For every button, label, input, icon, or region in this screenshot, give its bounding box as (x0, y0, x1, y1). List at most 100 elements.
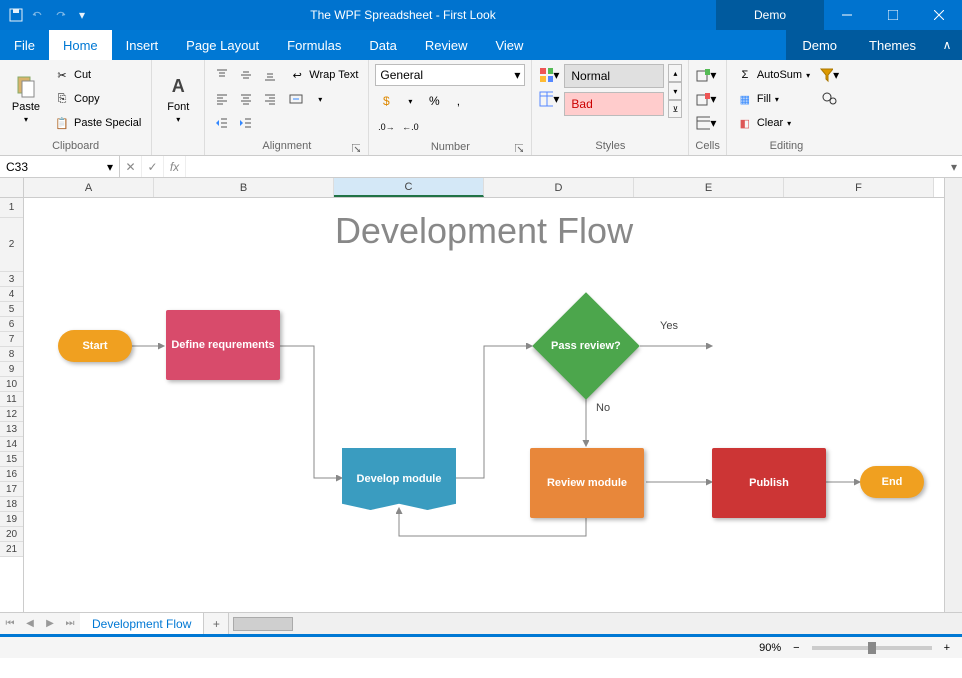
insert-cells-icon[interactable]: ▾ (695, 64, 717, 86)
currency-dropdown-icon[interactable]: ▾ (399, 90, 421, 112)
last-sheet-icon[interactable]: ⏭ (60, 613, 80, 634)
merge-dropdown-icon[interactable]: ▾ (309, 88, 331, 110)
row-header[interactable]: 11 (0, 392, 23, 407)
add-sheet-button[interactable]: + (204, 613, 228, 634)
copy-button[interactable]: ⎘Copy (50, 88, 145, 110)
collapse-ribbon-icon[interactable]: ∧ (932, 30, 962, 60)
row-header[interactable]: 4 (0, 287, 23, 302)
conditional-formatting-icon[interactable]: ▾ (538, 64, 560, 86)
name-box[interactable]: C33▾ (0, 156, 120, 177)
shape-end[interactable]: End (860, 466, 924, 498)
row-header[interactable]: 3 (0, 272, 23, 287)
first-sheet-icon[interactable]: ⏮ (0, 613, 20, 634)
align-right-icon[interactable] (259, 88, 281, 110)
format-cells-icon[interactable]: ▾ (695, 112, 717, 134)
increase-decimal-icon[interactable]: .0→ (375, 116, 397, 138)
prev-sheet-icon[interactable]: ◀ (20, 613, 40, 634)
tab-home[interactable]: Home (49, 30, 112, 60)
font-button[interactable]: A Font ▾ (158, 64, 198, 134)
style-bad[interactable]: Bad (564, 92, 664, 116)
maximize-button[interactable] (870, 0, 916, 30)
shape-publish[interactable]: Publish (712, 448, 826, 518)
minimize-button[interactable] (824, 0, 870, 30)
increase-indent-icon[interactable] (235, 112, 257, 134)
tab-page-layout[interactable]: Page Layout (172, 30, 273, 60)
shape-start[interactable]: Start (58, 330, 132, 362)
comma-icon[interactable]: , (447, 90, 469, 112)
undo-icon[interactable] (30, 7, 46, 23)
col-header-F[interactable]: F (784, 178, 934, 197)
scroll-thumb[interactable] (233, 617, 293, 631)
formula-input[interactable] (186, 156, 946, 177)
decrease-indent-icon[interactable] (211, 112, 233, 134)
row-header[interactable]: 12 (0, 407, 23, 422)
qat-dropdown-icon[interactable]: ▾ (74, 7, 90, 23)
delete-cells-icon[interactable]: ▾ (695, 88, 717, 110)
styles-up-icon[interactable]: ▴ (668, 64, 682, 82)
align-left-icon[interactable] (211, 88, 233, 110)
shape-develop[interactable]: Develop module (342, 448, 456, 510)
next-sheet-icon[interactable]: ▶ (40, 613, 60, 634)
row-header[interactable]: 16 (0, 467, 23, 482)
col-header-A[interactable]: A (24, 178, 154, 197)
row-header[interactable]: 15 (0, 452, 23, 467)
tab-insert[interactable]: Insert (112, 30, 173, 60)
number-format-combo[interactable]: General▾ (375, 64, 525, 86)
style-normal[interactable]: Normal (564, 64, 664, 88)
zoom-thumb[interactable] (868, 642, 876, 654)
zoom-in-button[interactable]: + (940, 642, 954, 654)
tab-formulas[interactable]: Formulas (273, 30, 355, 60)
tab-demo[interactable]: Demo (786, 30, 853, 60)
row-header[interactable]: 1 (0, 198, 23, 218)
tab-themes[interactable]: Themes (853, 30, 932, 60)
row-header[interactable]: 10 (0, 377, 23, 392)
styles-down-icon[interactable]: ▾ (668, 82, 682, 100)
dialog-launcher-icon[interactable] (515, 143, 525, 153)
row-header[interactable]: 7 (0, 332, 23, 347)
row-header[interactable]: 5 (0, 302, 23, 317)
zoom-out-button[interactable]: − (789, 642, 803, 654)
row-header[interactable]: 6 (0, 317, 23, 332)
close-button[interactable] (916, 0, 962, 30)
shape-define[interactable]: Define requrements (166, 310, 280, 380)
wrap-text-button[interactable]: ↩Wrap Text (285, 64, 362, 86)
shape-review[interactable]: Review module (530, 448, 644, 518)
autosum-button[interactable]: ΣAutoSum▾ (733, 64, 814, 86)
tab-data[interactable]: Data (355, 30, 410, 60)
paste-special-button[interactable]: 📋Paste Special (50, 112, 145, 134)
col-header-E[interactable]: E (634, 178, 784, 197)
tab-file[interactable]: File (0, 30, 49, 60)
align-top-icon[interactable] (211, 64, 233, 86)
col-header-D[interactable]: D (484, 178, 634, 197)
paste-button[interactable]: Paste ▾ (6, 64, 46, 134)
row-header[interactable]: 19 (0, 512, 23, 527)
col-header-C[interactable]: C (334, 178, 484, 197)
row-header[interactable]: 9 (0, 362, 23, 377)
dialog-launcher-icon[interactable] (352, 143, 362, 153)
find-icon[interactable] (818, 88, 840, 110)
fx-icon[interactable]: fx (164, 156, 186, 177)
merge-cells-icon[interactable] (285, 88, 307, 110)
styles-more-icon[interactable]: ⊻ (668, 100, 682, 118)
tab-review[interactable]: Review (411, 30, 482, 60)
align-center-icon[interactable] (235, 88, 257, 110)
cut-button[interactable]: ✂Cut (50, 64, 145, 86)
row-header[interactable]: 14 (0, 437, 23, 452)
format-table-icon[interactable]: ▾ (538, 88, 560, 110)
clear-button[interactable]: ◧Clear▾ (733, 112, 814, 134)
save-icon[interactable] (8, 7, 24, 23)
row-header[interactable]: 18 (0, 497, 23, 512)
sheet-tab-active[interactable]: Development Flow (80, 613, 204, 634)
currency-icon[interactable]: $ (375, 90, 397, 112)
col-header-B[interactable]: B (154, 178, 334, 197)
redo-icon[interactable] (52, 7, 68, 23)
horizontal-scrollbar[interactable] (228, 613, 962, 634)
chevron-down-icon[interactable]: ▾ (107, 160, 113, 174)
percent-icon[interactable]: % (423, 90, 445, 112)
align-middle-icon[interactable] (235, 64, 257, 86)
enter-formula-icon[interactable]: ✓ (142, 156, 164, 177)
row-header[interactable]: 17 (0, 482, 23, 497)
vertical-scrollbar[interactable] (944, 178, 962, 612)
decrease-decimal-icon[interactable]: ←.0 (399, 116, 421, 138)
cells-area[interactable]: Development Flow Start Define requrement… (24, 198, 944, 612)
